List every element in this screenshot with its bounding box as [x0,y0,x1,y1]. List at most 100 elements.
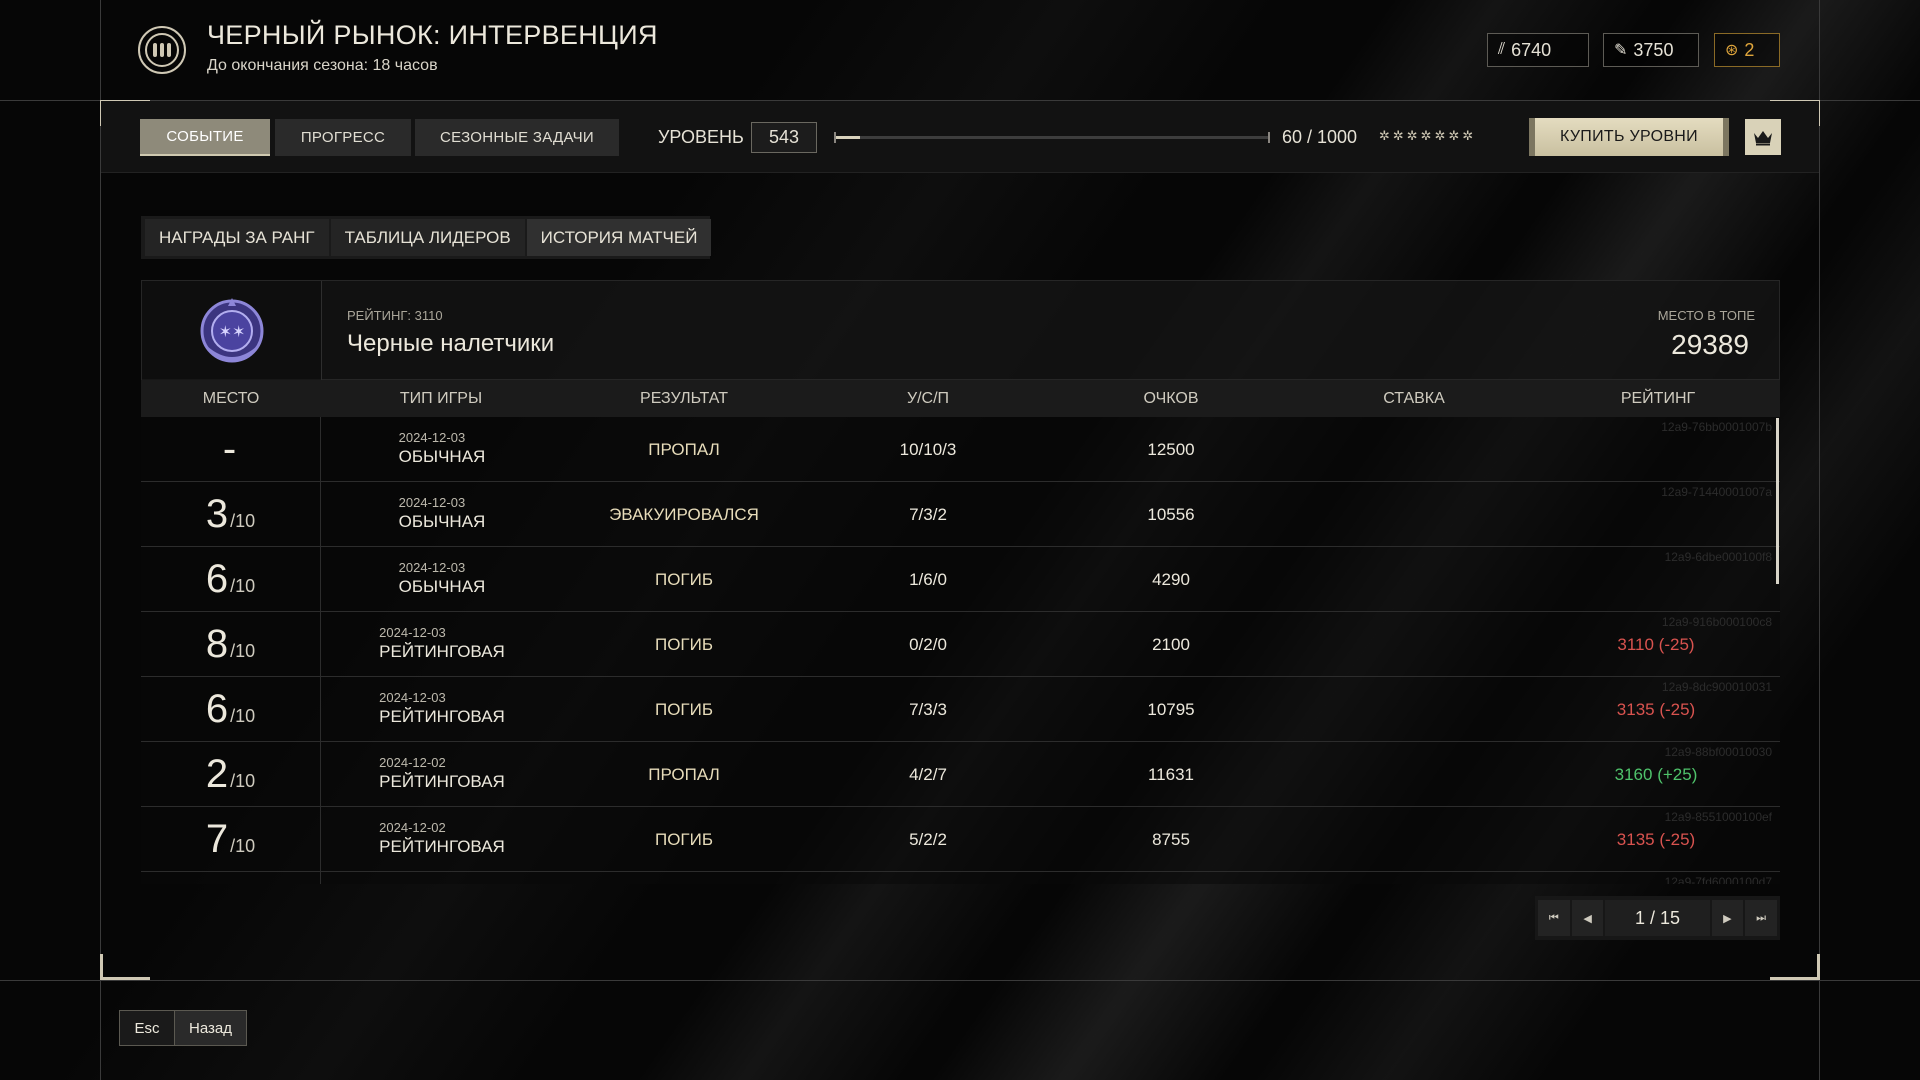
last-page-icon: ⏭ [1756,911,1767,924]
ksa-cell: 0/2/0 [909,635,947,654]
back-button[interactable]: Назад [175,1010,247,1046]
result-cell: ПОГИБ [654,635,714,654]
first-page-icon: ⏮ [1548,911,1559,924]
ksa-cell: 10/10/3 [899,440,957,459]
place-total: /10 [230,511,256,531]
tab-progress[interactable]: ПРОГРЕСС [275,119,411,156]
match-id: 12a9-76bb0001007b [1661,420,1772,434]
place-cell: 6/10 [141,547,321,611]
game-type: ОБЫЧНАЯ [398,577,486,596]
place-total: /10 [230,836,256,856]
table-row[interactable]: 12a9-7fd6000100d7 [141,872,1780,884]
match-date: 2024-12-03 [398,430,466,445]
col-place: МЕСТО [202,390,260,407]
match-history-table[interactable]: МЕСТО ТИП ИГРЫ РЕЗУЛЬТАТ У/С/П ОЧКОВ СТА… [141,380,1780,884]
place-value: 6 [205,557,229,601]
corner-bracket [1770,954,1820,980]
level-progress-bar [834,132,1270,143]
points-cell: 8755 [1152,830,1190,849]
back-control[interactable]: Esc Назад [119,1010,247,1046]
team-emblem-icon: ✶✶ [200,298,263,363]
match-id: 12a9-7fd6000100d7 [1664,875,1772,884]
table-row[interactable]: 12a9-8551000100ef 7/10 2024-12-02 РЕЙТИНГОВ… [141,807,1780,872]
place-total: /10 [230,576,256,596]
tab-event[interactable]: СОБЫТИЕ [140,119,270,156]
ksa-cell: 7/3/2 [909,505,947,524]
table-row[interactable]: 12a9-76bb0001007b - 2024-12-03 ОБЫЧНАЯ ПРОПА… [141,417,1780,482]
game-type-cell: 2024-12-03 ОБЫЧНАЯ [399,495,486,532]
header: ЧЕРНЫЙ РЫНОК: ИНТЕРВЕНЦИЯ До окончания с… [100,0,1820,100]
event-navbar: СОБЫТИЕ ПРОГРЕСС СЕЗОННЫЕ ЗАДАЧИ УРОВЕНЬ… [101,101,1819,173]
game-type: РЕЙТИНГОВАЯ [379,642,505,661]
subtab-rank-rewards[interactable]: НАГРАДЫ ЗА РАНГ [145,219,329,256]
place-cell: 7/10 [141,807,321,871]
points-cell: 10556 [1147,505,1195,524]
table-scrollbar[interactable] [1776,418,1779,584]
svg-text:✶✶: ✶✶ [218,322,245,341]
col-rating: РЕЙТИНГ [1620,390,1696,407]
crown-button[interactable] [1745,119,1781,155]
ammo-currency-icon: ⫽ [1498,41,1506,58]
table-row[interactable]: 12a9-71440001007a 3/10 2024-12-03 ОБЫЧНАЯ ЭВ… [141,482,1780,547]
col-result: РЕЗУЛЬТАТ [640,390,728,407]
col-stake: СТАВКА [1383,390,1445,407]
table-row[interactable]: 12a9-916b000100c8 8/10 2024-12-03 РЕЙТИНГОВ… [141,612,1780,677]
crown-icon [1754,131,1772,146]
points-cell: 11631 [1147,765,1195,784]
place-total: /10 [230,706,256,726]
prev-page-button[interactable]: ◀ [1571,900,1604,936]
ksa-cell: 5/2/2 [909,830,947,849]
esc-key[interactable]: Esc [119,1010,175,1046]
team-panel: ✶✶ РЕЙТИНГ: 3110 Черные налетчики МЕСТО … [141,280,1780,381]
page-title: ЧЕРНЫЙ РЫНОК: ИНТЕРВЕНЦИЯ [207,20,658,50]
ksa-cell: 4/2/7 [909,765,947,784]
points-cell: 4290 [1152,570,1190,589]
pagination: ⏮ ◀ 1 / 15 ▶ ⏭ [1535,896,1780,940]
game-type: ОБЫЧНАЯ [398,512,486,531]
currency-token[interactable]: ✎ 3750 [1603,33,1699,67]
game-type-cell: 2024-12-02 РЕЙТИНГОВАЯ [379,755,505,792]
top-place-label: МЕСТО В ТОПЕ [1657,308,1755,323]
match-id: 12a9-88bf00010030 [1664,745,1772,759]
prev-page-icon: ◀ [1583,912,1592,925]
match-date: 2024-12-02 [379,755,446,770]
ksa-cell: 7/3/3 [909,700,947,719]
page-indicator: 1 / 15 [1605,900,1710,936]
place-value: - [222,427,237,471]
result-cell: ПРОПАЛ [648,440,720,459]
subtab-match-history[interactable]: ИСТОРИЯ МАТЧЕЙ [526,219,712,256]
event-logo-icon [138,26,186,74]
coin-currency-icon: ⊛ [1725,42,1739,59]
table-row[interactable]: 12a9-6dbe000100f8 6/10 2024-12-03 ОБЫЧНАЯ ПО… [141,547,1780,612]
place-cell: - [141,417,321,481]
result-cell: ПРОПАЛ [648,765,720,784]
team-emblem: ✶✶ [142,281,322,381]
table-row[interactable]: 12a9-8dc900010031 6/10 2024-12-03 РЕЙТИНГОВ… [141,677,1780,742]
currency-coin[interactable]: ⊛ 2 [1714,33,1780,67]
table-row[interactable]: 12a9-88bf00010030 2/10 2024-12-02 РЕЙТИНГОВ… [141,742,1780,807]
place-cell [141,872,321,884]
match-id: 12a9-8dc900010031 [1661,680,1772,694]
match-date: 2024-12-03 [398,560,466,575]
top-place-value: 29389 [1671,329,1749,360]
next-page-button[interactable]: ▶ [1711,900,1744,936]
buy-levels-button[interactable]: КУПИТЬ УРОВНИ [1529,118,1729,156]
place-cell: 6/10 [141,677,321,741]
game-type-cell: 2024-12-03 РЕЙТИНГОВАЯ [379,690,505,727]
currency-ammo[interactable]: ⫽ 6740 [1487,33,1589,67]
place-total: /10 [230,771,256,791]
result-cell: ПОГИБ [654,570,714,589]
place-value: 6 [205,687,229,731]
subtab-leaderboard[interactable]: ТАБЛИЦА ЛИДЕРОВ [330,219,525,256]
place-cell: 8/10 [141,612,321,676]
match-date: 2024-12-03 [379,690,446,705]
ksa-cell: 1/6/0 [909,570,947,589]
first-page-button[interactable]: ⏮ [1538,900,1570,936]
rating-cell: 3160 (+25) [1614,765,1698,784]
place-total: /10 [230,641,256,661]
tab-season-tasks[interactable]: СЕЗОННЫЕ ЗАДАЧИ [415,119,619,156]
last-page-button[interactable]: ⏭ [1745,900,1777,936]
frame-line-bottom [0,980,1920,981]
team-rating: РЕЙТИНГ: 3110 [347,308,443,323]
next-page-icon: ▶ [1723,912,1732,925]
